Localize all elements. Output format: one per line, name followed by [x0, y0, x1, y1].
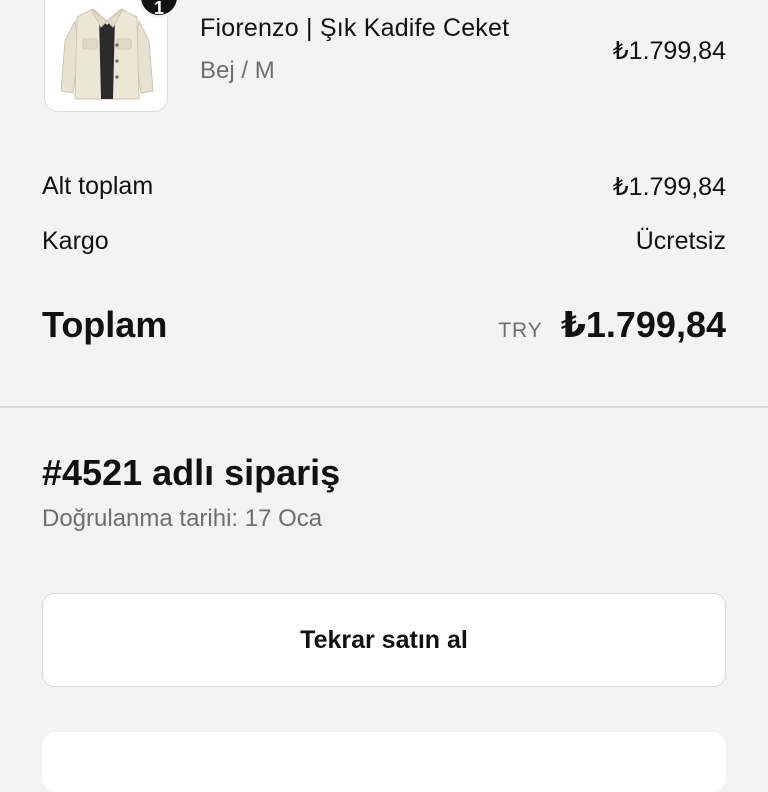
section-divider — [0, 406, 768, 408]
order-title: #4521 adlı sipariş — [42, 452, 341, 493]
product-thumbnail — [44, 0, 168, 112]
total-label: Toplam — [42, 304, 168, 345]
subtotal-label: Alt toplam — [42, 172, 154, 200]
buy-again-button[interactable]: Tekrar satın al — [42, 593, 726, 687]
shipping-value: Ücretsiz — [635, 227, 726, 255]
product-price: ₺1.799,84 — [612, 37, 726, 65]
product-name: Fiorenzo | Şık Kadife Ceket — [200, 14, 510, 42]
currency-code: TRY — [498, 319, 543, 342]
shipping-label: Kargo — [42, 227, 109, 255]
product-variant: Bej / M — [200, 57, 275, 84]
next-section-card — [42, 732, 726, 792]
order-confirmation-date: Doğrulanma tarihi: 17 Oca — [42, 505, 323, 532]
order-line-item: 1 Fiorenzo | Şık Kadife Ceket Bej / M ₺1… — [0, 0, 768, 130]
total-amount: TRY ₺1.799,84 — [498, 304, 726, 346]
jacket-image-icon — [45, 0, 167, 111]
total-value: ₺1.799,84 — [560, 304, 726, 345]
subtotal-value: ₺1.799,84 — [612, 173, 726, 201]
